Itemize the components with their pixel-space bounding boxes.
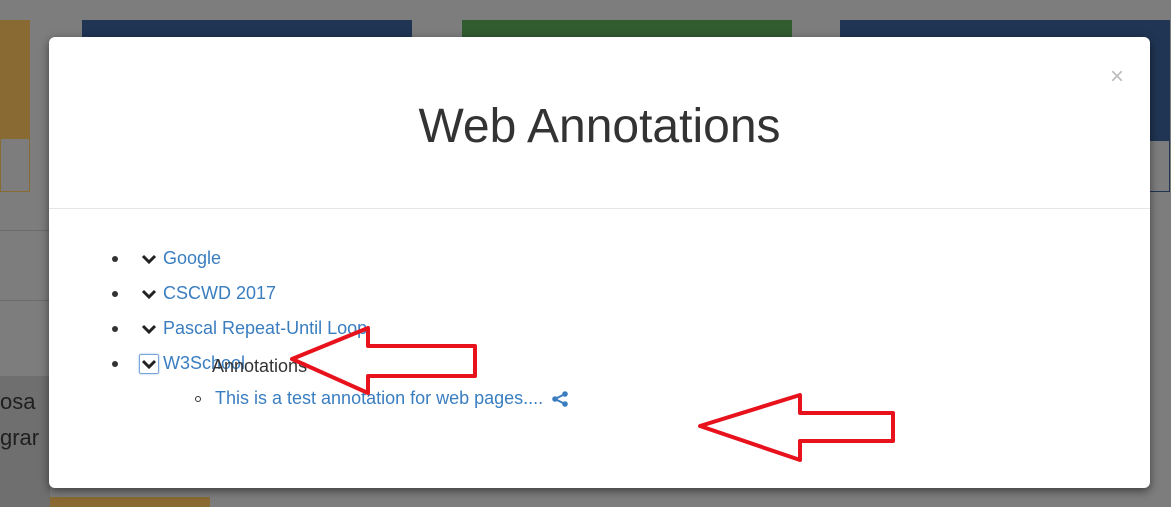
web-annotations-modal: × Web Annotations Google CSCWD 2017 Pasc… <box>49 37 1150 488</box>
chevron-down-icon[interactable] <box>139 249 159 269</box>
background-divider <box>0 230 50 231</box>
chevron-down-icon[interactable] <box>139 319 159 339</box>
chevron-down-icon[interactable] <box>139 284 159 304</box>
tree-item-link[interactable]: Google <box>163 248 221 269</box>
background-divider <box>0 300 50 301</box>
chevron-down-icon[interactable] <box>139 353 159 374</box>
modal-title: Web Annotations <box>418 100 781 153</box>
bullet <box>112 290 118 297</box>
bullet <box>112 325 118 332</box>
background-text: grar <box>0 425 40 450</box>
red-arrow-annotation <box>290 326 477 395</box>
bullet <box>195 395 201 402</box>
tree-item: Google <box>112 241 367 276</box>
close-button[interactable]: × <box>1110 65 1124 89</box>
background-card-orange <box>50 497 210 507</box>
background-text: osa <box>0 389 36 414</box>
background-card-orange <box>0 20 30 192</box>
bullet <box>112 360 118 367</box>
share-icon[interactable] <box>551 390 569 407</box>
tree-item-link[interactable]: CSCWD 2017 <box>163 283 276 304</box>
tree-item: CSCWD 2017 <box>112 276 367 311</box>
bullet <box>112 255 118 262</box>
modal-header: × Web Annotations <box>49 37 1150 209</box>
red-arrow-annotation <box>698 393 895 462</box>
